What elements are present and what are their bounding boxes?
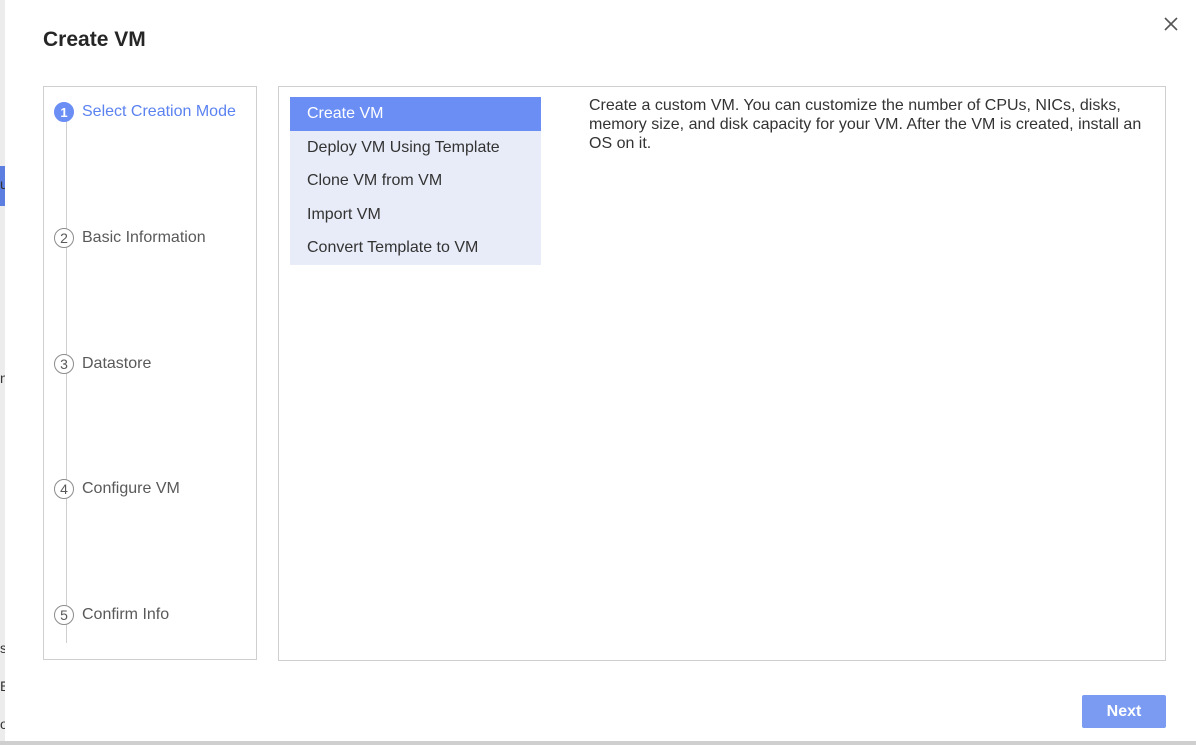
steps-connector-line [66,115,67,643]
step-datastore: 3 Datastore [54,353,151,375]
next-button[interactable]: Next [1082,695,1166,728]
close-icon [1164,17,1178,31]
page: u n s E o Create VM 1 Select Creation Mo… [0,0,1196,745]
step-label: Confirm Info [82,606,170,623]
mode-deploy-vm-using-template[interactable]: Deploy VM Using Template [290,131,541,165]
background-bottom-bar [0,741,1196,745]
step-number: 5 [54,605,74,625]
mode-create-vm[interactable]: Create VM [290,97,541,131]
step-label: Datastore [82,355,152,372]
create-vm-dialog: Create VM 1 Select Creation Mode 2 Basic… [5,0,1196,741]
close-button[interactable] [1161,14,1181,34]
step-number: 1 [54,102,74,122]
step-number: 3 [54,354,74,374]
creation-mode-list: Create VM Deploy VM Using Template Clone… [290,97,541,265]
mode-convert-template-to-vm[interactable]: Convert Template to VM [290,231,541,265]
step-label: Basic Information [82,229,206,246]
mode-clone-vm-from-vm[interactable]: Clone VM from VM [290,164,541,198]
wizard-steps: 1 Select Creation Mode 2 Basic Informati… [43,86,257,660]
step-label: Configure VM [82,480,180,497]
creation-mode-panel: Create VM Deploy VM Using Template Clone… [278,86,1166,661]
step-number: 2 [54,228,74,248]
step-number: 4 [54,479,74,499]
mode-description: Create a custom VM. You can customize th… [589,97,1142,152]
step-label: Select Creation Mode [82,103,236,120]
step-select-creation-mode: 1 Select Creation Mode [54,101,236,123]
step-basic-information: 2 Basic Information [54,227,206,249]
dialog-title: Create VM [43,28,146,51]
mode-import-vm[interactable]: Import VM [290,198,541,232]
step-configure-vm: 4 Configure VM [54,478,180,500]
step-confirm-info: 5 Confirm Info [54,604,169,626]
